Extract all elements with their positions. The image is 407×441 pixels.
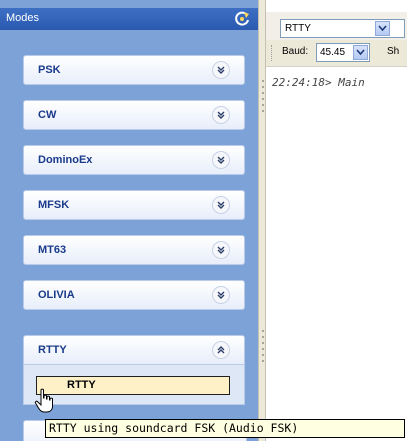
mode-label: PSK [38, 64, 61, 76]
chevron-down-icon[interactable] [212, 106, 230, 124]
log-line: 22:24:18> Main [272, 76, 365, 89]
mode-item-psk[interactable]: PSK [23, 55, 245, 85]
mode-label: CW [38, 109, 57, 121]
mode-label: MT63 [38, 244, 67, 256]
main-pane: RTTY Baud: 45.45 Sh 22:24:18> Main [266, 0, 407, 441]
mode-item-olivia[interactable]: OLIVIA [23, 280, 245, 310]
rtty-submode-label: RTTY [67, 379, 96, 391]
chevron-down-icon[interactable] [212, 61, 230, 79]
mode-toolbar: RTTY [266, 12, 407, 40]
baud-toolbar: Baud: 45.45 Sh [266, 40, 407, 67]
modes-header: Modes [0, 8, 258, 30]
mode-item-mt63[interactable]: MT63 [23, 235, 245, 265]
toolbar-grip[interactable] [271, 45, 275, 61]
mode-label: OLIVIA [38, 289, 75, 301]
chevron-down-icon[interactable] [212, 151, 230, 169]
mode-item-mfsk[interactable]: MFSK [23, 190, 245, 220]
pane-splitter[interactable] [258, 0, 266, 441]
mode-label: MFSK [38, 199, 70, 211]
mode-item-rtty[interactable]: RTTY [23, 335, 245, 365]
mode-select[interactable]: RTTY [280, 19, 405, 38]
hand-cursor-icon [34, 388, 56, 414]
chevron-down-icon[interactable] [375, 21, 390, 36]
chevron-down-icon[interactable] [212, 241, 230, 259]
rtty-submode-panel: RTTY [23, 365, 245, 405]
mode-item-dominoex[interactable]: DominoEx [23, 145, 245, 175]
refresh-icon[interactable] [232, 9, 252, 29]
chevron-down-icon[interactable] [212, 196, 230, 214]
mode-item-cw[interactable]: CW [23, 100, 245, 130]
baud-label: Baud: [282, 46, 309, 57]
modes-pane: Modes PSK CW DominoEx MFSK MT63 OLIVIA R… [0, 0, 258, 441]
baud-select[interactable]: 45.45 [316, 43, 370, 62]
mode-label: RTTY [38, 344, 67, 356]
chevron-down-icon[interactable] [353, 45, 368, 60]
baud-value: 45.45 [320, 47, 346, 58]
mode-label: DominoEx [38, 154, 93, 166]
shift-label: Sh [387, 46, 400, 57]
mode-select-value: RTTY [285, 23, 311, 34]
chevron-down-icon[interactable] [212, 286, 230, 304]
modes-title: Modes [6, 12, 40, 24]
chevron-up-icon[interactable] [212, 341, 230, 359]
tooltip: RTTY using soundcard FSK (Audio FSK) [45, 419, 405, 438]
rtty-submode-item[interactable]: RTTY [36, 376, 230, 395]
